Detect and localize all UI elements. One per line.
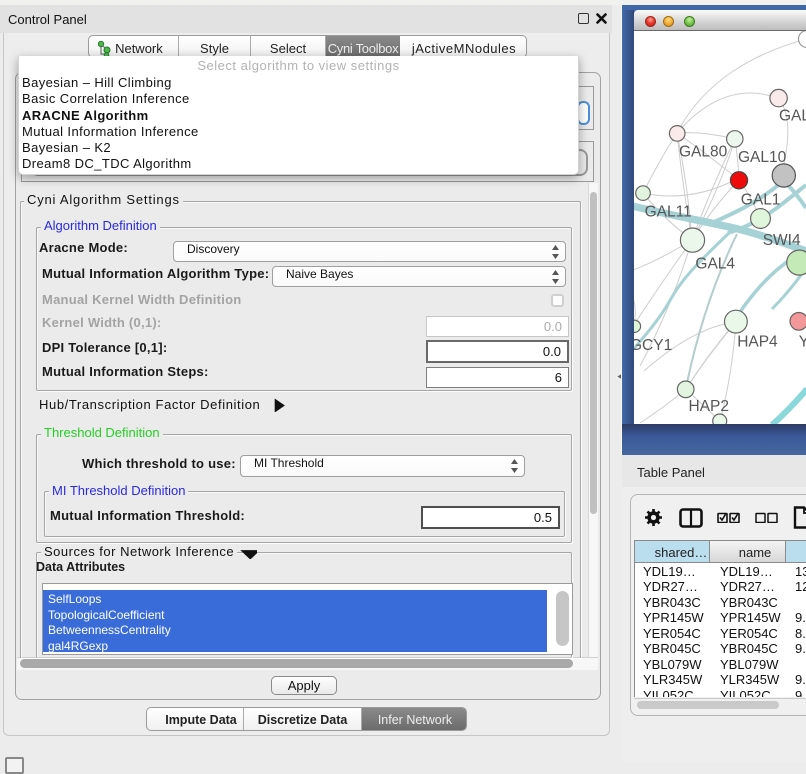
- svg-text:GAL4: GAL4: [695, 255, 735, 272]
- svg-text:HAP2: HAP2: [689, 398, 730, 415]
- svg-text:GAL80: GAL80: [679, 144, 728, 161]
- svg-text:SWI4: SWI4: [763, 232, 801, 249]
- svg-text:YJ: YJ: [799, 334, 806, 351]
- svg-text:GAL10: GAL10: [738, 149, 787, 166]
- svg-text:HAP4: HAP4: [737, 334, 778, 351]
- svg-text:GAL7: GAL7: [779, 108, 806, 125]
- svg-text:GAL11: GAL11: [645, 204, 692, 221]
- svg-text:GAL1: GAL1: [741, 191, 781, 208]
- svg-text:GCY1: GCY1: [634, 337, 672, 354]
